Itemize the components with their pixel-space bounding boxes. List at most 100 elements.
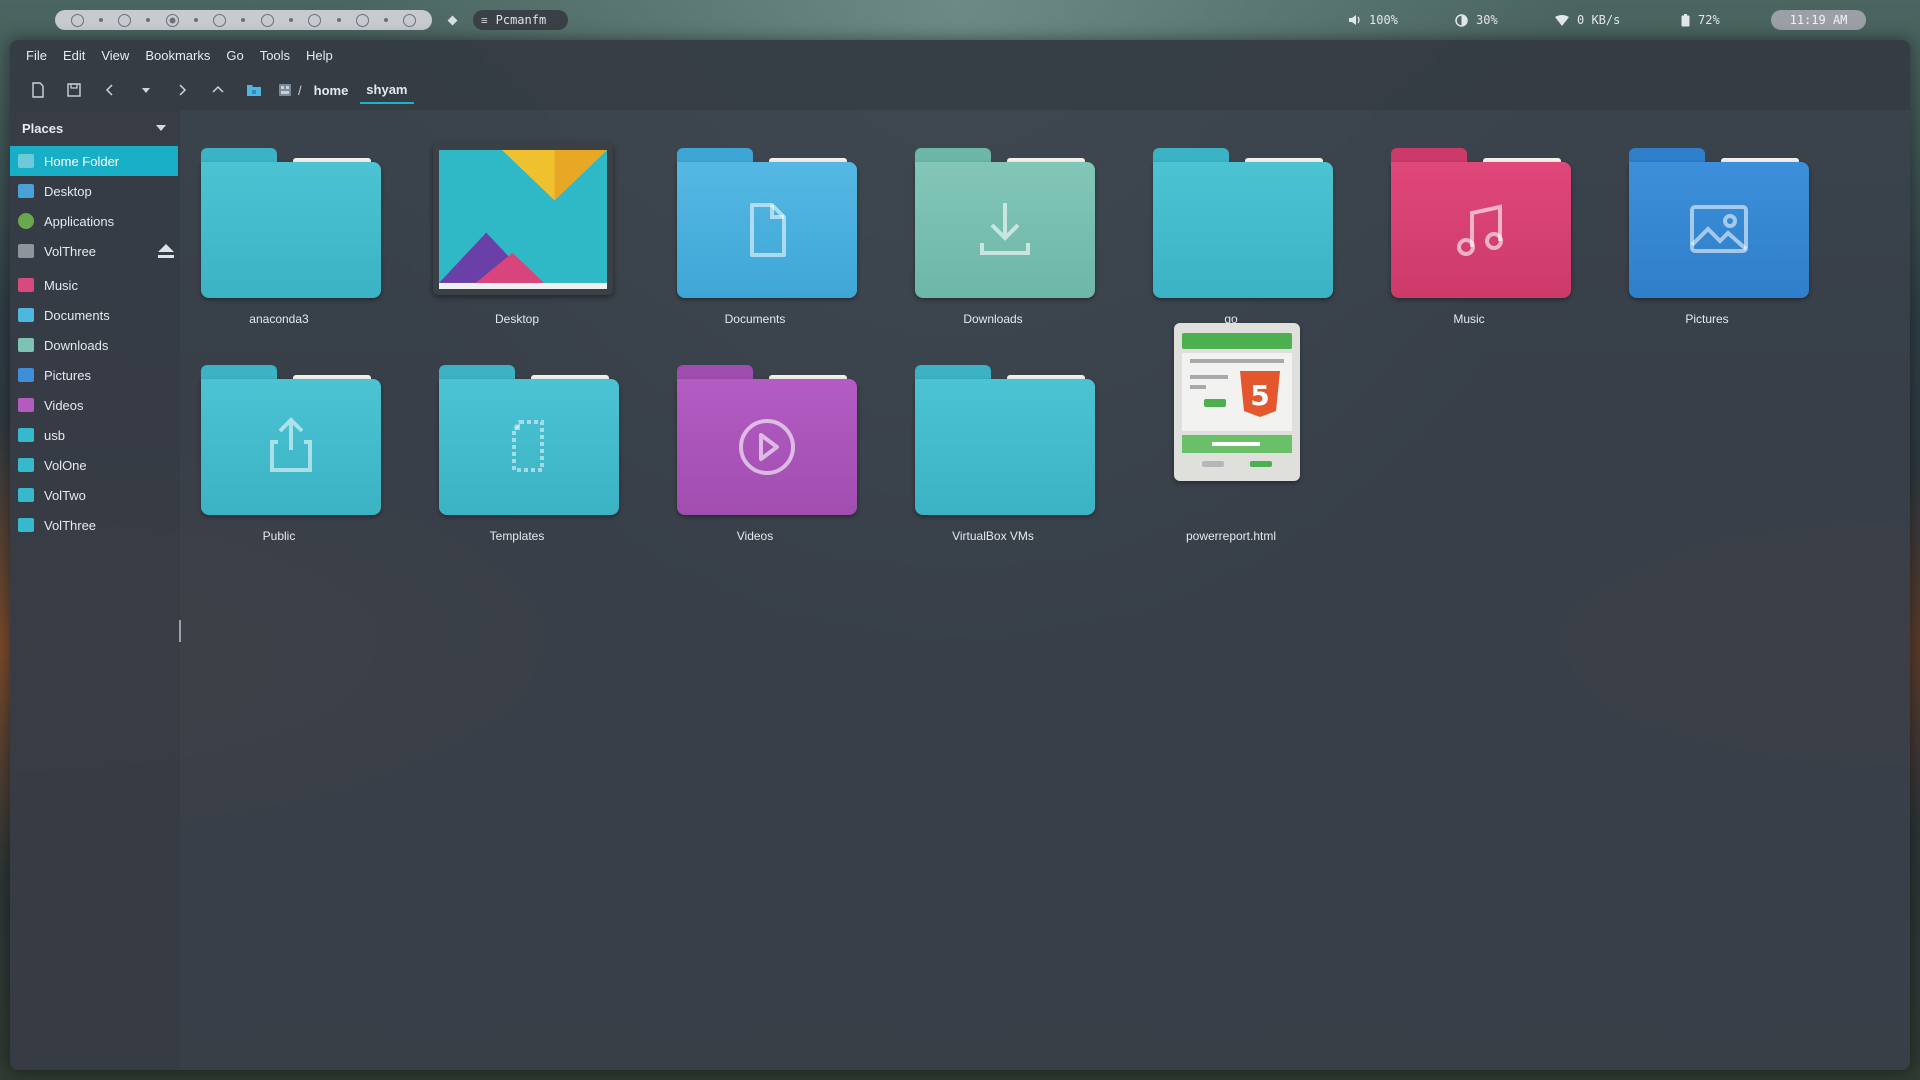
clock[interactable]: 11:19 AM — [1771, 10, 1866, 30]
new-window-button[interactable] — [20, 76, 56, 104]
sidebar-item-usb[interactable]: usb — [10, 420, 180, 450]
menu-tools[interactable]: Tools — [252, 48, 298, 63]
sidebar-item-label: VolTwo — [44, 487, 86, 503]
home-button[interactable] — [236, 76, 272, 104]
forward-icon — [179, 84, 187, 96]
workspace-switcher[interactable] — [55, 10, 432, 30]
folder-icon — [439, 365, 619, 515]
menu-go[interactable]: Go — [218, 48, 251, 63]
workspace-separator-dot — [289, 18, 294, 22]
sidebar-item-label: Downloads — [44, 337, 109, 353]
eject-icon[interactable] — [158, 244, 174, 258]
file-item-pictures[interactable]: Pictures — [1612, 110, 1809, 326]
places-header[interactable]: Places — [10, 110, 180, 146]
document-icon — [677, 162, 857, 298]
battery-text: 72% — [1698, 13, 1720, 27]
workspace-8-button[interactable] — [403, 13, 417, 27]
up-icon — [212, 85, 224, 93]
sidebar-item-label: usb — [44, 427, 65, 443]
workspace-separator-dot — [146, 18, 151, 22]
top-panel: ≡ Pcmanfm 100% 30% 0 KB/s 72% 11:19 AM — [0, 0, 1920, 40]
sidebar-item-home-folder[interactable]: Home Folder — [10, 146, 178, 176]
file-item-label: VirtualBox VMs — [952, 529, 1034, 543]
sidebar-item-videos[interactable]: Videos — [10, 390, 180, 420]
breadcrumb-home[interactable]: home — [308, 76, 355, 104]
share-icon — [201, 379, 381, 515]
history-dropdown-button[interactable] — [128, 76, 164, 104]
sidebar-item-voltwo[interactable]: VolTwo — [10, 480, 180, 510]
workspace-4-button[interactable] — [213, 13, 227, 27]
menu-bookmarks[interactable]: Bookmarks — [137, 48, 218, 63]
file-item-go[interactable]: go — [1136, 110, 1333, 326]
breadcrumb-root[interactable]: / — [278, 83, 302, 98]
file-item-downloads[interactable]: Downloads — [898, 110, 1095, 326]
sidebar-splitter-handle[interactable] — [179, 620, 181, 642]
new-tab-button[interactable] — [56, 76, 92, 104]
sidebar-item-label: Home Folder — [44, 153, 120, 169]
folder-icon — [1153, 148, 1333, 298]
battery-icon — [1681, 13, 1690, 26]
file-item-music[interactable]: Music — [1374, 110, 1571, 326]
file-item-powerreport-html[interactable]: 5 powerreport.html — [1136, 323, 1326, 543]
sidebar-item-volthree[interactable]: VolThree — [10, 510, 180, 540]
file-item-virtualbox-vms[interactable]: VirtualBox VMs — [898, 327, 1095, 543]
sidebar-item-pictures[interactable]: Pictures — [10, 360, 180, 390]
sidebar-item-volthree[interactable]: VolThree — [10, 236, 180, 266]
folder-icon — [18, 428, 34, 442]
workspace-1-button[interactable] — [70, 13, 84, 27]
folder-icon — [677, 148, 857, 298]
menu-file[interactable]: File — [18, 48, 55, 63]
workspace-5-button[interactable] — [260, 13, 274, 27]
file-item-templates[interactable]: Templates — [422, 327, 619, 543]
toolbar: / home shyam — [10, 70, 1910, 110]
music-folder-icon — [18, 278, 34, 292]
breadcrumb-shyam[interactable]: shyam — [360, 76, 414, 104]
new-tab-icon — [67, 83, 81, 97]
workspace-7-button[interactable] — [355, 13, 369, 27]
drive-icon — [18, 244, 34, 258]
sidebar-item-music[interactable]: Music — [10, 270, 180, 300]
network-text: 0 KB/s — [1577, 13, 1621, 27]
applications-icon — [18, 213, 34, 229]
sidebar-item-applications[interactable]: Applications — [10, 206, 180, 236]
sidebar-item-label: Desktop — [44, 183, 92, 199]
brightness-indicator[interactable]: 30% — [1455, 10, 1498, 30]
workspace-separator-dot — [98, 18, 103, 22]
workspace-6-button[interactable] — [308, 13, 322, 27]
menu-help[interactable]: Help — [298, 48, 341, 63]
file-item-videos[interactable]: Videos — [660, 327, 857, 543]
forward-button[interactable] — [164, 76, 200, 104]
brightness-icon — [1455, 13, 1468, 27]
speaker-icon — [1349, 15, 1360, 25]
volume-indicator[interactable]: 100% — [1348, 10, 1398, 30]
places-sidebar: Places Home Folder Desktop Applications Vol… — [10, 110, 180, 1070]
brightness-text: 30% — [1476, 13, 1498, 27]
back-button[interactable] — [92, 76, 128, 104]
sidebar-item-volone[interactable]: VolOne — [10, 450, 180, 480]
file-item-public[interactable]: Public — [184, 327, 381, 543]
file-item-anaconda3[interactable]: anaconda3 — [184, 110, 381, 326]
menu-bar: File Edit View Bookmarks Go Tools Help — [10, 40, 1910, 70]
workspace-3-button[interactable] — [165, 13, 179, 27]
file-item-label: anaconda3 — [249, 312, 309, 326]
file-item-label: Templates — [489, 529, 545, 543]
file-item-label: Downloads — [963, 312, 1023, 326]
downloads-folder-icon — [18, 338, 34, 352]
file-item-desktop[interactable]: Desktop — [422, 110, 613, 326]
menu-edit[interactable]: Edit — [55, 48, 93, 63]
menu-view[interactable]: View — [93, 48, 137, 63]
sidebar-item-downloads[interactable]: Downloads — [10, 330, 180, 360]
home-folder-icon — [247, 85, 261, 96]
network-indicator[interactable]: 0 KB/s — [1555, 10, 1620, 30]
sidebar-item-documents[interactable]: Documents — [10, 300, 180, 330]
file-item-documents[interactable]: Documents — [660, 110, 857, 326]
up-button[interactable] — [200, 76, 236, 104]
volume-text: 100% — [1369, 13, 1398, 27]
music-note-icon — [1391, 162, 1571, 298]
workspace-2-button[interactable] — [118, 13, 132, 27]
battery-indicator[interactable]: 72% — [1681, 10, 1720, 30]
sidebar-item-desktop[interactable]: Desktop — [10, 176, 180, 206]
desktop-thumbnail-icon — [433, 143, 613, 295]
workspace-separator-dot — [336, 18, 341, 22]
taskbar-item-pcmanfm[interactable]: ≡ Pcmanfm — [473, 10, 568, 30]
